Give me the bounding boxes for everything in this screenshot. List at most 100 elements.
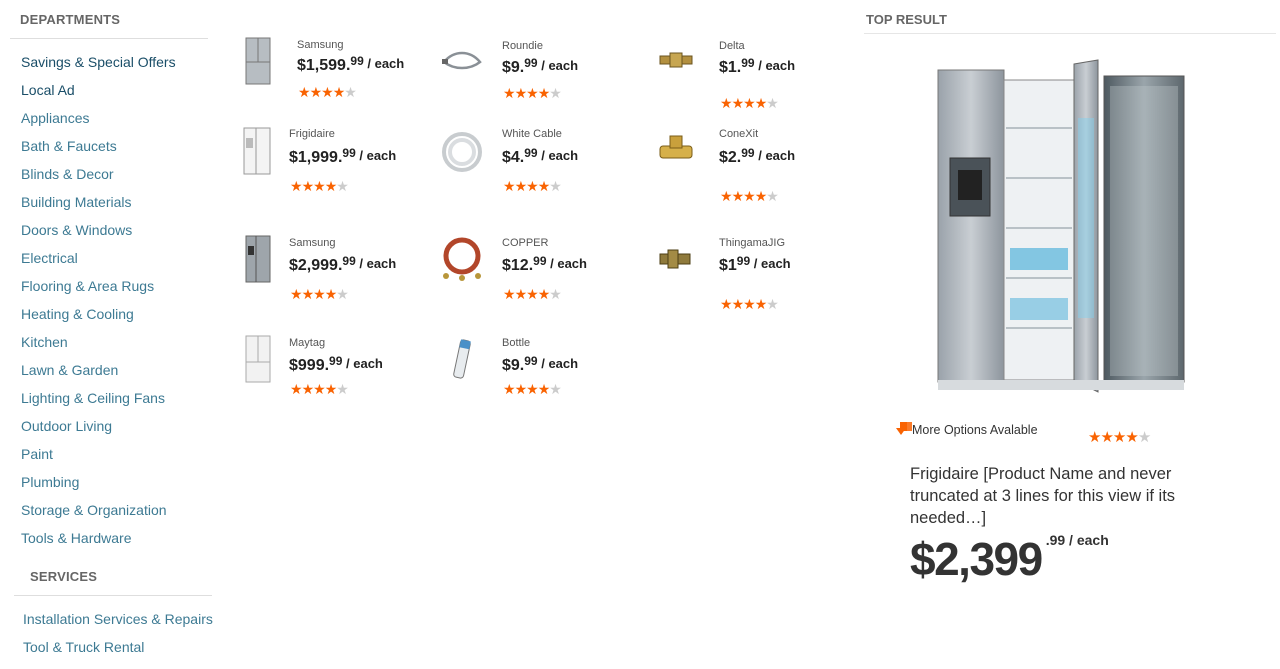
braided-hose-icon[interactable]: [440, 36, 484, 86]
star-filled-icon: ★: [731, 188, 745, 204]
product-price-dollars: $9.: [502, 59, 525, 76]
product-brand[interactable]: ThingamaJIG: [719, 237, 785, 249]
star-filled-icon: ★: [1125, 429, 1138, 446]
product-brand[interactable]: White Cable: [502, 128, 562, 140]
top-result-price-dollars: $2,399: [910, 533, 1043, 585]
product-rating: ★★★★★: [290, 381, 349, 397]
star-filled-icon: ★: [526, 381, 539, 397]
water-filter-cartridge-icon[interactable]: [440, 334, 484, 384]
star-empty-icon: ★: [336, 286, 349, 302]
product-brand[interactable]: Samsung: [297, 39, 343, 51]
product-price-cents: 99: [741, 56, 755, 70]
service-link[interactable]: Installation Services & Repairs: [23, 609, 213, 637]
copper-tubing-kit-icon[interactable]: [440, 234, 484, 284]
product-price-unit: / each: [750, 256, 791, 271]
fridge-french-door-white-icon[interactable]: [236, 334, 280, 384]
product-price-unit: / each: [754, 58, 796, 73]
star-filled-icon: ★: [526, 286, 539, 302]
star-empty-icon: ★: [549, 381, 562, 397]
star-filled-icon: ★: [298, 84, 311, 100]
department-link[interactable]: Electrical: [21, 248, 176, 276]
product-brand[interactable]: Samsung: [289, 237, 335, 249]
service-link[interactable]: Tool & Truck Rental: [23, 637, 213, 665]
more-options-label: More Options Avalable: [912, 423, 1038, 437]
star-filled-icon: ★: [731, 95, 745, 111]
star-filled-icon: ★: [313, 381, 326, 397]
star-filled-icon: ★: [321, 84, 334, 100]
department-link[interactable]: Blinds & Decor: [21, 164, 176, 192]
brass-adapter-icon[interactable]: [654, 234, 698, 284]
star-filled-icon: ★: [324, 286, 338, 302]
product-brand[interactable]: Frigidaire: [289, 128, 335, 140]
fridge-french-door-stainless-icon[interactable]: [236, 36, 280, 86]
star-filled-icon: ★: [503, 85, 516, 101]
department-link[interactable]: Local Ad: [21, 80, 176, 108]
product-rating: ★★★★★: [503, 381, 562, 397]
more-options-link[interactable]: More Options Avalable: [896, 422, 1038, 437]
star-empty-icon: ★: [1137, 429, 1151, 446]
department-link[interactable]: Appliances: [21, 108, 176, 136]
star-filled-icon: ★: [537, 286, 551, 302]
product-rating: ★★★★★: [503, 286, 562, 302]
product-price-cents: 99: [524, 354, 538, 368]
product-rating: ★★★★★: [503, 178, 562, 194]
star-empty-icon: ★: [766, 296, 779, 312]
department-link[interactable]: Kitchen: [21, 332, 176, 360]
star-empty-icon: ★: [549, 178, 562, 194]
star-filled-icon: ★: [301, 178, 315, 194]
star-empty-icon: ★: [766, 188, 779, 204]
product-rating: ★★★★★: [720, 95, 779, 111]
star-filled-icon: ★: [301, 286, 315, 302]
product-price-cents: 99: [342, 254, 356, 268]
product-price: $9.99 / each: [502, 354, 578, 375]
brass-valve-icon[interactable]: [654, 126, 698, 176]
fridge-side-by-side-white-icon[interactable]: [236, 126, 280, 176]
product-price: $2,999.99 / each: [289, 254, 396, 275]
brass-fitting-icon[interactable]: [654, 36, 698, 86]
product-brand[interactable]: Roundie: [502, 40, 543, 52]
star-empty-icon: ★: [336, 381, 349, 397]
star-filled-icon: ★: [313, 178, 326, 194]
star-filled-icon: ★: [537, 85, 551, 101]
department-link[interactable]: Lighting & Ceiling Fans: [21, 388, 176, 416]
product-brand[interactable]: Bottle: [502, 337, 530, 349]
top-result-price: $2,399.99 / each: [910, 532, 1109, 586]
product-rating: ★★★★★: [503, 85, 562, 101]
product-brand[interactable]: Delta: [719, 40, 745, 52]
fridge-stainless-dispenser-icon[interactable]: [236, 234, 280, 284]
top-result-rating: ★★★★★: [1088, 429, 1151, 446]
star-filled-icon: ★: [720, 95, 733, 111]
product-price-cents: 99: [350, 54, 364, 68]
product-price-unit: / each: [537, 58, 579, 73]
department-link[interactable]: Plumbing: [21, 472, 176, 500]
coiled-white-tubing-icon[interactable]: [440, 126, 484, 176]
star-filled-icon: ★: [743, 95, 756, 111]
department-link[interactable]: Paint: [21, 444, 176, 472]
department-link[interactable]: Flooring & Area Rugs: [21, 276, 176, 304]
product-price-unit: / each: [355, 256, 397, 271]
top-result-heading: TOP RESULT: [866, 12, 947, 27]
department-link[interactable]: Storage & Organization: [21, 500, 176, 528]
top-result-fridge-image[interactable]: [936, 58, 1188, 394]
star-filled-icon: ★: [503, 381, 516, 397]
department-link[interactable]: Lawn & Garden: [21, 360, 176, 388]
star-filled-icon: ★: [731, 296, 745, 312]
star-empty-icon: ★: [549, 286, 562, 302]
star-filled-icon: ★: [514, 85, 528, 101]
product-rating: ★★★★★: [290, 178, 349, 194]
department-link[interactable]: Tools & Hardware: [21, 528, 176, 556]
product-brand[interactable]: ConeXit: [719, 128, 758, 140]
star-filled-icon: ★: [754, 95, 768, 111]
department-link[interactable]: Heating & Cooling: [21, 304, 176, 332]
product-price: $4.99 / each: [502, 146, 578, 167]
product-card[interactable]: Bottle $9.99 / each ★★★★★: [0, 0, 578, 396]
department-link[interactable]: Outdoor Living: [21, 416, 176, 444]
product-price: $999.99 / each: [289, 354, 383, 375]
more-options-icon: [896, 422, 912, 436]
department-link[interactable]: Building Materials: [21, 192, 176, 220]
department-link[interactable]: Doors & Windows: [21, 220, 176, 248]
top-result-name[interactable]: Frigidaire [Product Name and never trunc…: [910, 463, 1240, 529]
department-link[interactable]: Bath & Faucets: [21, 136, 176, 164]
product-brand[interactable]: COPPER: [502, 237, 548, 249]
product-brand[interactable]: Maytag: [289, 337, 325, 349]
